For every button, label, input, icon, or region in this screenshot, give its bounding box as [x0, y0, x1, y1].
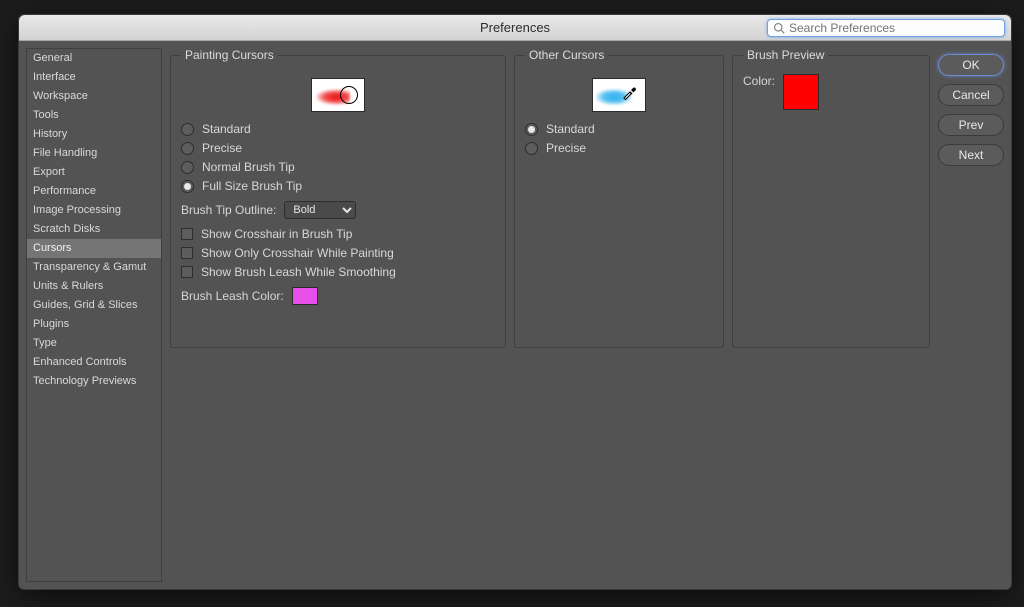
radio-precise[interactable]: Precise — [181, 141, 495, 155]
check-only-crosshair[interactable]: Show Only Crosshair While Painting — [181, 246, 495, 260]
sidebar-item-enhanced-controls[interactable]: Enhanced Controls — [27, 353, 161, 372]
check-label: Show Crosshair in Brush Tip — [201, 227, 352, 241]
sidebar-item-interface[interactable]: Interface — [27, 68, 161, 87]
eyedropper-icon — [621, 85, 637, 101]
radio-icon — [181, 142, 194, 155]
sidebar-item-type[interactable]: Type — [27, 334, 161, 353]
dialog-buttons: OK Cancel Prev Next — [938, 48, 1004, 582]
brush-preview-legend: Brush Preview — [743, 48, 828, 62]
radio-standard[interactable]: Standard — [181, 122, 495, 136]
painting-cursors-group: Painting Cursors Standard Precise Normal… — [170, 48, 506, 348]
cancel-button[interactable]: Cancel — [938, 84, 1004, 106]
check-label: Show Only Crosshair While Painting — [201, 246, 394, 260]
radio-label: Precise — [546, 141, 586, 155]
radio-icon — [525, 123, 538, 136]
radio-label: Standard — [202, 122, 251, 136]
sidebar-item-general[interactable]: General — [27, 49, 161, 68]
radio-other-precise[interactable]: Precise — [525, 141, 713, 155]
brush-preview-color-label: Color: — [743, 74, 775, 88]
sidebar-item-scratch-disks[interactable]: Scratch Disks — [27, 220, 161, 239]
sidebar-item-plugins[interactable]: Plugins — [27, 315, 161, 334]
painting-cursors-legend: Painting Cursors — [181, 48, 278, 62]
brush-leash-color-swatch[interactable] — [292, 287, 318, 305]
radio-label: Standard — [546, 122, 595, 136]
brush-tip-outline-select[interactable]: Bold — [284, 201, 356, 219]
radio-label: Normal Brush Tip — [202, 160, 295, 174]
radio-icon — [181, 180, 194, 193]
checkbox-icon — [181, 247, 193, 259]
radio-other-standard[interactable]: Standard — [525, 122, 713, 136]
sidebar-item-image-processing[interactable]: Image Processing — [27, 201, 161, 220]
other-cursor-preview — [592, 78, 646, 112]
sidebar-item-cursors[interactable]: Cursors — [27, 239, 161, 258]
search-icon — [773, 22, 785, 34]
titlebar: Preferences — [19, 15, 1011, 41]
sidebar-item-performance[interactable]: Performance — [27, 182, 161, 201]
sidebar-item-history[interactable]: History — [27, 125, 161, 144]
brush-outline-icon — [340, 86, 358, 104]
sidebar-item-technology-previews[interactable]: Technology Previews — [27, 372, 161, 391]
brush-tip-outline-label: Brush Tip Outline: — [181, 203, 276, 217]
search-input[interactable] — [785, 21, 999, 35]
sidebar: General Interface Workspace Tools Histor… — [26, 48, 162, 582]
check-leash[interactable]: Show Brush Leash While Smoothing — [181, 265, 495, 279]
next-button[interactable]: Next — [938, 144, 1004, 166]
sidebar-item-units-rulers[interactable]: Units & Rulers — [27, 277, 161, 296]
brush-preview-color-swatch[interactable] — [783, 74, 819, 110]
sidebar-item-workspace[interactable]: Workspace — [27, 87, 161, 106]
other-cursors-legend: Other Cursors — [525, 48, 608, 62]
checkbox-icon — [181, 266, 193, 278]
sidebar-item-transparency-gamut[interactable]: Transparency & Gamut — [27, 258, 161, 277]
prev-button[interactable]: Prev — [938, 114, 1004, 136]
radio-full-size-brush-tip[interactable]: Full Size Brush Tip — [181, 179, 495, 193]
search-input-wrap[interactable] — [767, 19, 1005, 37]
sidebar-item-guides-grid-slices[interactable]: Guides, Grid & Slices — [27, 296, 161, 315]
check-label: Show Brush Leash While Smoothing — [201, 265, 396, 279]
radio-icon — [181, 123, 194, 136]
brush-preview-group: Brush Preview Color: — [732, 48, 930, 348]
brush-leash-color-label: Brush Leash Color: — [181, 289, 284, 303]
preferences-dialog: Preferences General Interface Workspace … — [18, 14, 1012, 590]
radio-label: Full Size Brush Tip — [202, 179, 302, 193]
sidebar-item-export[interactable]: Export — [27, 163, 161, 182]
radio-icon — [525, 142, 538, 155]
sidebar-item-file-handling[interactable]: File Handling — [27, 144, 161, 163]
check-crosshair[interactable]: Show Crosshair in Brush Tip — [181, 227, 495, 241]
radio-icon — [181, 161, 194, 174]
other-cursors-group: Other Cursors Standard Precise — [514, 48, 724, 348]
ok-button[interactable]: OK — [938, 54, 1004, 76]
painting-cursor-preview — [311, 78, 365, 112]
sidebar-item-tools[interactable]: Tools — [27, 106, 161, 125]
radio-label: Precise — [202, 141, 242, 155]
checkbox-icon — [181, 228, 193, 240]
radio-normal-brush-tip[interactable]: Normal Brush Tip — [181, 160, 495, 174]
